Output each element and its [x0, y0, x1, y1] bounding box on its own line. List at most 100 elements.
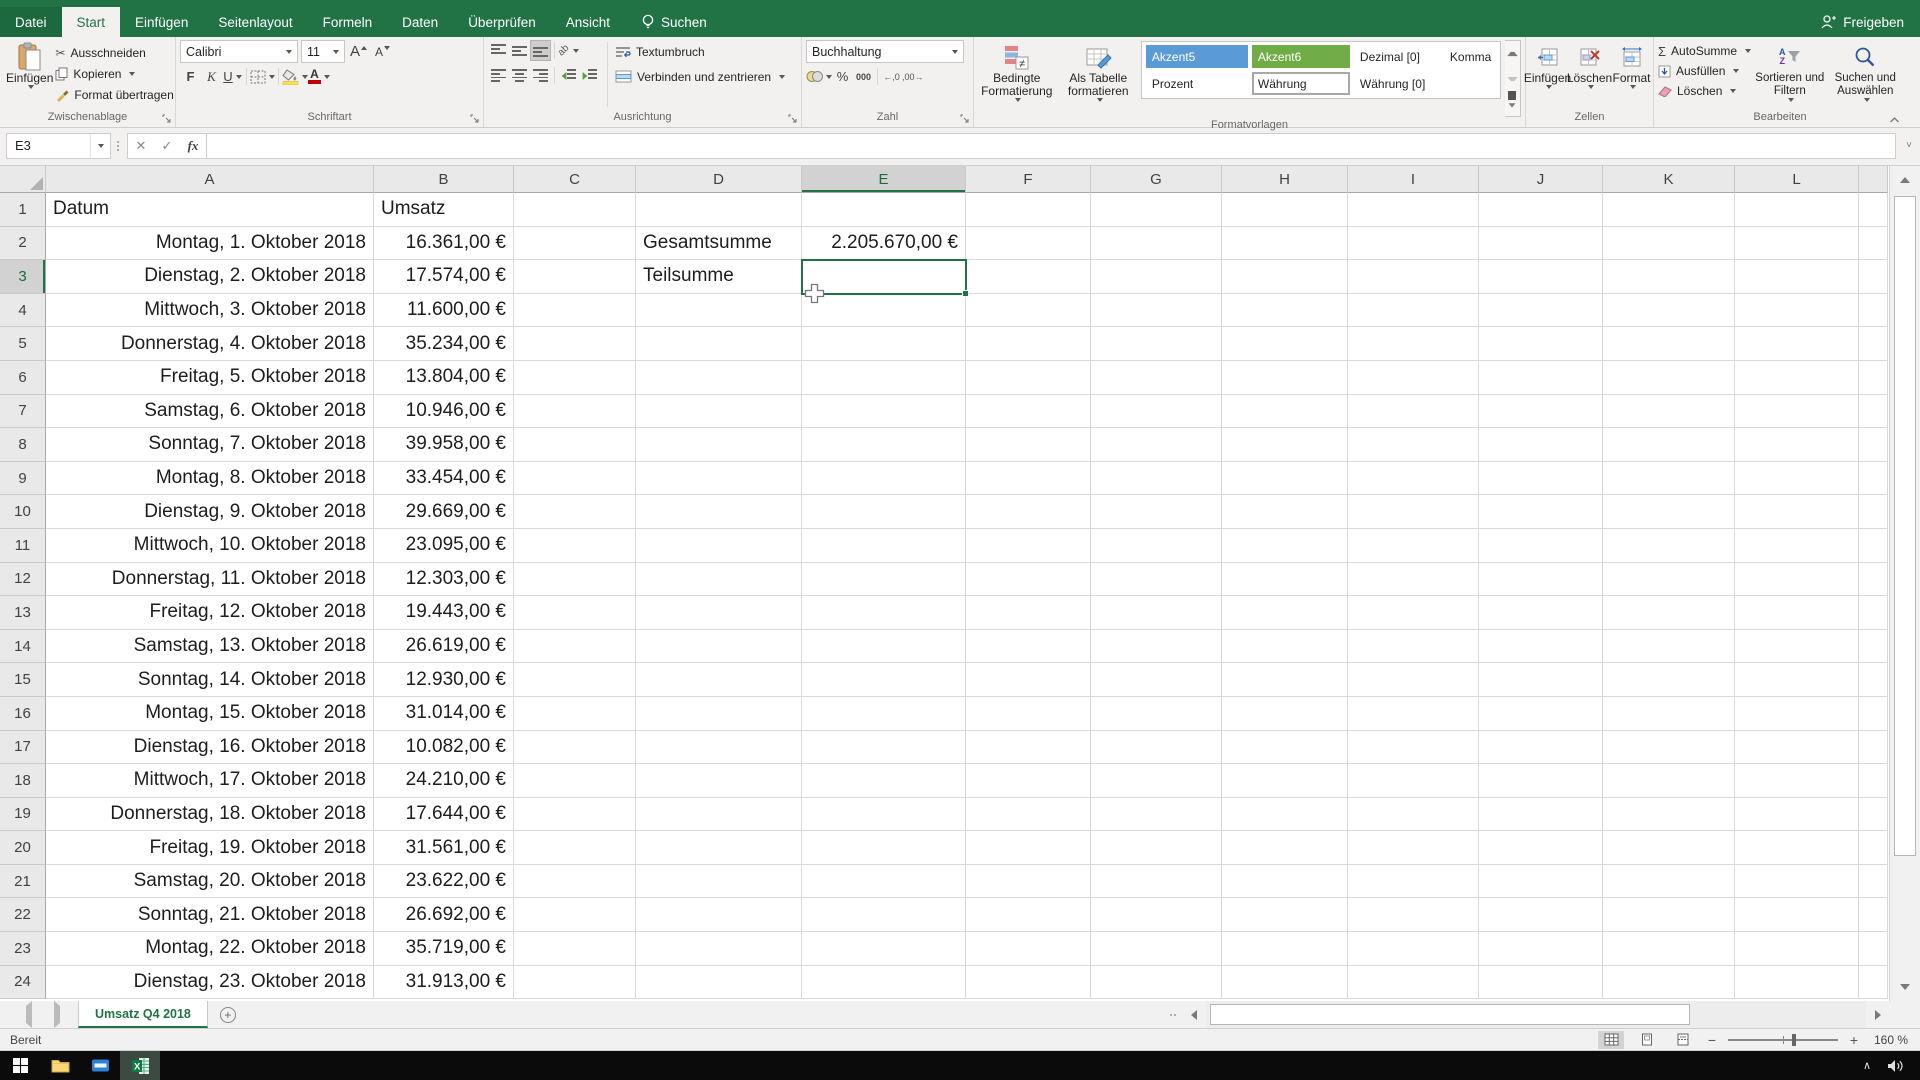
format-painter-button[interactable]: Format übertragen: [55, 84, 174, 105]
cell-F10[interactable]: [966, 495, 1091, 529]
cell-C4[interactable]: [514, 293, 636, 328]
style-chip-6[interactable]: Währung [0]: [1354, 72, 1440, 95]
cell-G7[interactable]: [1091, 394, 1222, 429]
cell-L15[interactable]: [1735, 663, 1859, 697]
tab-ueberpruefen[interactable]: Überprüfen: [453, 7, 551, 37]
cell-H23[interactable]: [1222, 932, 1348, 966]
cell-J5[interactable]: [1479, 327, 1603, 361]
cell-H8[interactable]: [1222, 428, 1348, 462]
cell-G18[interactable]: [1091, 764, 1222, 798]
cell-F18[interactable]: [966, 764, 1091, 798]
cell-G20[interactable]: [1091, 831, 1222, 865]
cell-J8[interactable]: [1479, 428, 1603, 462]
cell-K20[interactable]: [1603, 831, 1735, 865]
column-header-E[interactable]: E: [802, 166, 966, 193]
cell-K21[interactable]: [1603, 864, 1735, 899]
scroll-up-button[interactable]: [1890, 168, 1920, 192]
vertical-scrollbar[interactable]: [1889, 166, 1920, 1001]
cell-L22[interactable]: [1735, 898, 1859, 933]
cell-L17[interactable]: [1735, 730, 1859, 765]
style-chip-3[interactable]: Komma: [1444, 45, 1496, 68]
style-chip-0[interactable]: Akzent5: [1145, 45, 1248, 68]
cell-J12[interactable]: [1479, 562, 1603, 597]
tell-me-search[interactable]: Suchen: [641, 7, 707, 37]
row-header-23[interactable]: 23: [0, 932, 46, 966]
cell-I4[interactable]: [1348, 293, 1479, 328]
cell-E19[interactable]: [802, 797, 966, 832]
cell-E2[interactable]: 2.205.670,00 €: [802, 226, 966, 261]
cell-C14[interactable]: [514, 629, 636, 664]
cell-F6[interactable]: [966, 360, 1091, 395]
cell-E5[interactable]: [802, 327, 966, 361]
cell-C12[interactable]: [514, 562, 636, 597]
cell-A7[interactable]: Samstag, 6. Oktober 2018: [46, 394, 374, 429]
cell-F17[interactable]: [966, 730, 1091, 765]
cell-K4[interactable]: [1603, 293, 1735, 328]
accounting-format-button[interactable]: [806, 66, 832, 87]
cell-D4[interactable]: [636, 293, 802, 328]
tab-seitenlayout[interactable]: Seitenlayout: [203, 7, 307, 37]
name-box-dropdown-arrow[interactable]: [90, 133, 110, 158]
cell-J3[interactable]: [1479, 260, 1603, 294]
underline-button[interactable]: U: [222, 66, 243, 87]
tab-ansicht[interactable]: Ansicht: [551, 7, 625, 37]
bold-button[interactable]: F: [180, 66, 201, 87]
cell-D10[interactable]: [636, 495, 802, 529]
cell-B9[interactable]: 33.454,00 €: [374, 461, 514, 496]
cell-D12[interactable]: [636, 562, 802, 597]
cell-J7[interactable]: [1479, 394, 1603, 429]
cell-A10[interactable]: Dienstag, 9. Oktober 2018: [46, 495, 374, 529]
cell-L18[interactable]: [1735, 764, 1859, 798]
row-header-9[interactable]: 9: [0, 461, 46, 496]
cell-H4[interactable]: [1222, 293, 1348, 328]
cell-H18[interactable]: [1222, 764, 1348, 798]
cell-E11[interactable]: [802, 528, 966, 563]
page-layout-view-button[interactable]: [1634, 1031, 1660, 1049]
tab-einfuegen[interactable]: Einfügen: [120, 7, 203, 37]
cell-D7[interactable]: [636, 394, 802, 429]
grow-font-button[interactable]: A: [348, 41, 369, 62]
insert-function-button[interactable]: fx: [180, 138, 206, 154]
cell-D14[interactable]: [636, 629, 802, 664]
cell-C23[interactable]: [514, 932, 636, 966]
cell-B2[interactable]: 16.361,00 €: [374, 226, 514, 261]
cell-J16[interactable]: [1479, 696, 1603, 731]
cell-E22[interactable]: [802, 898, 966, 933]
scroll-right-button[interactable]: [1866, 1001, 1890, 1028]
volume-icon[interactable]: [1887, 1059, 1904, 1073]
cell-I24[interactable]: [1348, 965, 1479, 1000]
clear-button[interactable]: Löschen: [1658, 81, 1751, 101]
cell-D19[interactable]: [636, 797, 802, 832]
cell-G8[interactable]: [1091, 428, 1222, 462]
cell-I8[interactable]: [1348, 428, 1479, 462]
zoom-level-label[interactable]: 160 %: [1870, 1033, 1908, 1047]
cell-F5[interactable]: [966, 327, 1091, 361]
cell-A8[interactable]: Sonntag, 7. Oktober 2018: [46, 428, 374, 462]
decrease-decimal-button[interactable]: ,00→: [902, 66, 924, 87]
cell-G15[interactable]: [1091, 663, 1222, 697]
gallery-scroll-up[interactable]: [1505, 41, 1520, 66]
cell-G16[interactable]: [1091, 696, 1222, 731]
cell-C17[interactable]: [514, 730, 636, 765]
cell-D5[interactable]: [636, 327, 802, 361]
cell-E10[interactable]: [802, 495, 966, 529]
cell-E7[interactable]: [802, 394, 966, 429]
cell-J17[interactable]: [1479, 730, 1603, 765]
app-button-blue[interactable]: [80, 1051, 120, 1080]
cell-I10[interactable]: [1348, 495, 1479, 529]
format-cells-button[interactable]: Format: [1612, 40, 1652, 109]
vertical-scroll-thumb[interactable]: [1894, 196, 1916, 856]
horizontal-scrollbar[interactable]: [1206, 1001, 1866, 1028]
cell-F23[interactable]: [966, 932, 1091, 966]
cell-F15[interactable]: [966, 663, 1091, 697]
cell-D3[interactable]: Teilsumme: [636, 260, 802, 294]
name-box[interactable]: E3: [6, 132, 111, 159]
cell-I5[interactable]: [1348, 327, 1479, 361]
cell-J11[interactable]: [1479, 528, 1603, 563]
percent-style-button[interactable]: %: [832, 66, 853, 87]
zoom-out-button[interactable]: −: [1706, 1032, 1718, 1048]
cell-I12[interactable]: [1348, 562, 1479, 597]
formula-input[interactable]: [207, 132, 1896, 159]
cell-C6[interactable]: [514, 360, 636, 395]
fill-color-button[interactable]: [282, 66, 308, 87]
